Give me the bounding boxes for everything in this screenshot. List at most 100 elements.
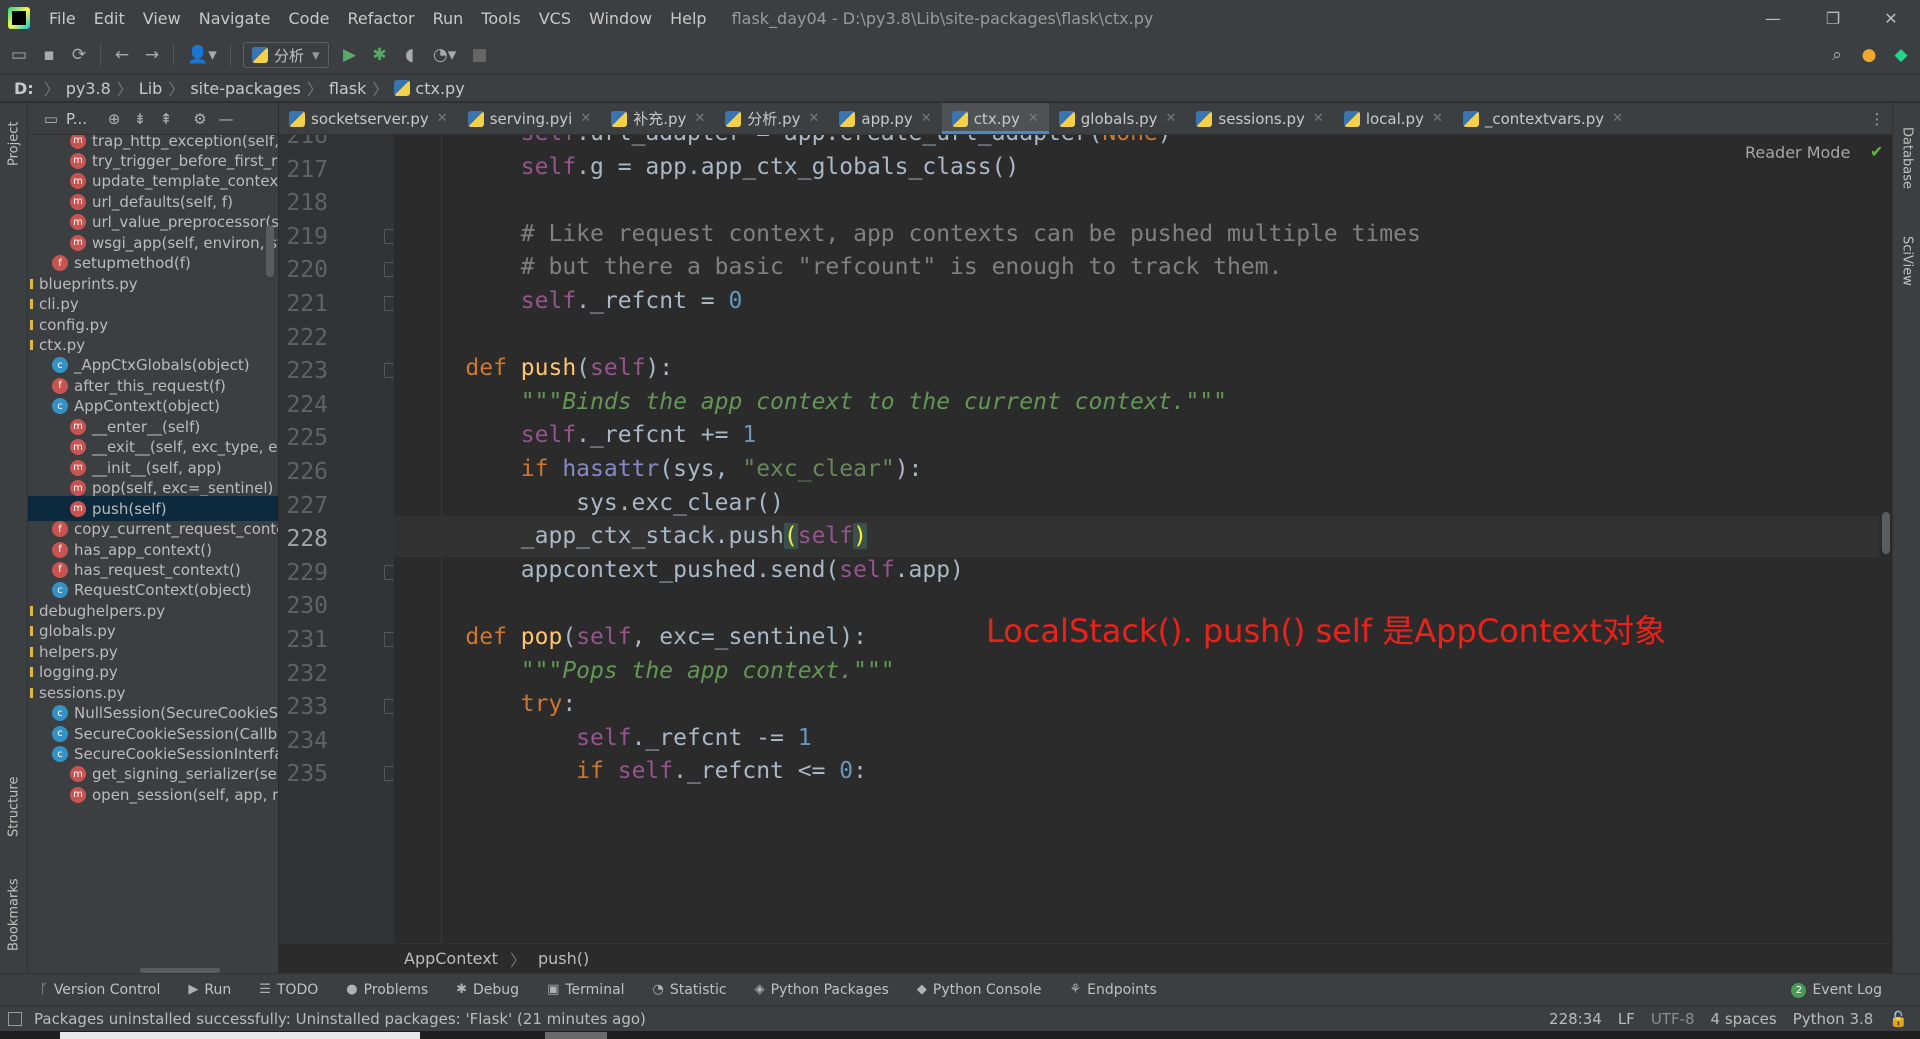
fold-marker-icon[interactable] xyxy=(384,632,394,647)
line-number[interactable]: 220 xyxy=(279,253,328,287)
taskbar-window-thumb[interactable] xyxy=(545,1032,607,1039)
line-number[interactable]: 231 xyxy=(279,623,328,657)
editor-tab[interactable]: 补充.py ✕ xyxy=(601,103,715,134)
forward-arrow-icon[interactable]: → xyxy=(137,40,167,70)
tree-item[interactable]: m open_session(self, app, req xyxy=(28,782,278,807)
sync-icon[interactable]: ⟳ xyxy=(64,40,94,70)
editor-tab[interactable]: sessions.py ✕ xyxy=(1186,103,1333,134)
line-number[interactable]: 235 xyxy=(279,757,328,791)
fold-marker-icon[interactable] xyxy=(384,363,394,379)
tool-window-button[interactable]: ✱ Debug xyxy=(456,982,519,998)
coverage-shield-icon[interactable]: ◖ xyxy=(395,40,425,70)
collapse-all-icon[interactable]: ⇞ xyxy=(153,110,179,128)
reader-mode-toggle[interactable]: Reader Mode xyxy=(1745,143,1850,162)
line-number[interactable]: 219 xyxy=(279,220,328,254)
python-interpreter[interactable]: Python 3.8 xyxy=(1793,1010,1874,1028)
close-tab-icon[interactable]: ✕ xyxy=(808,111,819,126)
close-tab-icon[interactable]: ✕ xyxy=(1432,111,1443,126)
line-number[interactable]: 224 xyxy=(279,388,328,422)
update-icon[interactable]: ● xyxy=(1854,40,1884,70)
close-tab-icon[interactable]: ✕ xyxy=(921,111,932,126)
project-panel-title[interactable]: P... xyxy=(66,110,87,128)
close-tab-icon[interactable]: ✕ xyxy=(580,111,591,126)
sciview-tool-tab[interactable]: SciView xyxy=(1893,221,1920,301)
line-number[interactable]: 217 xyxy=(279,153,328,187)
fold-marker-icon[interactable] xyxy=(384,296,394,311)
breadcrumb-lib[interactable]: Lib xyxy=(139,79,163,98)
editor-tab[interactable]: socketserver.py ✕ xyxy=(279,103,458,134)
tree-scrollbar[interactable] xyxy=(266,225,274,277)
code-editor[interactable]: self.url_adapter = app.create_url_adapte… xyxy=(394,135,1879,943)
close-tab-icon[interactable]: ✕ xyxy=(437,111,448,126)
line-number[interactable]: 223 xyxy=(279,354,328,388)
line-number[interactable]: 226 xyxy=(279,455,328,489)
search-icon[interactable]: ⌕ xyxy=(1822,40,1852,70)
tool-window-button[interactable]: ☰ TODO xyxy=(259,982,318,998)
line-separator[interactable]: LF xyxy=(1618,1010,1635,1028)
breadcrumb-ctx[interactable]: ctx.py xyxy=(415,79,464,98)
menu-edit[interactable]: Edit xyxy=(85,9,134,28)
line-number[interactable]: 234 xyxy=(279,724,328,758)
event-log-button[interactable]: 2 Event Log xyxy=(1791,974,1882,1006)
close-tab-icon[interactable]: ✕ xyxy=(1028,111,1039,126)
line-number[interactable]: 228 xyxy=(279,522,328,556)
close-tab-icon[interactable]: ✕ xyxy=(1313,111,1324,126)
editor-scrollbar-thumb[interactable] xyxy=(1882,512,1890,554)
menu-window[interactable]: Window xyxy=(580,9,661,28)
close-tab-icon[interactable]: ✕ xyxy=(1166,111,1177,126)
indent-setting[interactable]: 4 spaces xyxy=(1711,1010,1777,1028)
expand-all-icon[interactable]: ⇟ xyxy=(127,110,153,128)
fold-marker-icon[interactable] xyxy=(384,699,394,715)
editor-tab[interactable]: 分析.py ✕ xyxy=(715,103,829,134)
taskbar-window-thumb[interactable] xyxy=(60,1032,420,1039)
run-configuration-select[interactable]: 分析 ▾ xyxy=(243,42,329,68)
breadcrumb-py38[interactable]: py3.8 xyxy=(66,79,111,98)
project-tool-tab[interactable]: Project xyxy=(0,109,28,179)
editor-tab[interactable]: serving.pyi ✕ xyxy=(458,103,602,134)
tool-window-button[interactable]: ◔ Statistic xyxy=(653,982,727,998)
code-line[interactable]: if self._refcnt <= 0: xyxy=(394,751,1879,792)
locate-crosshair-icon[interactable]: ⊕ xyxy=(101,110,127,128)
menu-file[interactable]: File xyxy=(40,9,85,28)
close-tab-icon[interactable]: ✕ xyxy=(694,111,705,126)
jetbrains-toolbox-icon[interactable]: ◆ xyxy=(1886,40,1916,70)
line-number[interactable]: 222 xyxy=(279,321,328,355)
line-number[interactable]: 229 xyxy=(279,556,328,590)
tool-window-button[interactable]: ᚴ Version Control xyxy=(40,982,160,998)
line-number[interactable]: 225 xyxy=(279,421,328,455)
menu-refactor[interactable]: Refactor xyxy=(338,9,423,28)
line-number[interactable]: 230 xyxy=(279,589,328,623)
run-icon[interactable]: ▶ xyxy=(335,40,365,70)
editor-tab[interactable]: local.py ✕ xyxy=(1334,103,1453,134)
vcs-user-icon[interactable]: 👤▾ xyxy=(180,40,224,70)
breadcrumb-flask[interactable]: flask xyxy=(329,79,366,98)
save-all-icon[interactable]: ▪ xyxy=(34,40,64,70)
breadcrumb-drive[interactable]: D: xyxy=(14,79,34,98)
database-tool-tab[interactable]: Database xyxy=(1893,113,1920,203)
editor-tab[interactable]: globals.py ✕ xyxy=(1049,103,1187,134)
line-number[interactable]: 216 xyxy=(279,135,328,153)
tool-window-button[interactable]: ▣ Terminal xyxy=(547,982,624,998)
menu-vcs[interactable]: VCS xyxy=(530,9,580,28)
fold-marker-icon[interactable] xyxy=(384,262,394,278)
fold-marker-icon[interactable] xyxy=(384,228,394,244)
editor-tab[interactable]: app.py ✕ xyxy=(829,103,941,134)
editor-crumb-class[interactable]: AppContext xyxy=(404,949,498,968)
tabs-menu-icon[interactable]: ⋮ xyxy=(1862,103,1892,134)
line-number[interactable]: 227 xyxy=(279,489,328,523)
tool-window-button[interactable]: ▶ Run xyxy=(188,982,231,998)
tool-window-button[interactable]: ◈ Python Packages xyxy=(755,982,889,998)
bookmarks-tool-tab[interactable]: Bookmarks xyxy=(0,867,28,963)
breadcrumb-site-packages[interactable]: site-packages xyxy=(190,79,301,98)
status-message[interactable]: Packages uninstalled successfully: Unins… xyxy=(34,1010,646,1028)
line-number[interactable]: 221 xyxy=(279,287,328,321)
menu-tools[interactable]: Tools xyxy=(472,9,529,28)
file-encoding[interactable]: UTF-8 xyxy=(1651,1010,1695,1028)
hide-panel-icon[interactable]: — xyxy=(213,110,239,128)
toggle-tool-windows-icon[interactable] xyxy=(8,1011,22,1026)
restore-button[interactable]: ❐ xyxy=(1804,0,1862,36)
tool-window-button[interactable]: ⚘ Endpoints xyxy=(1069,982,1156,998)
open-folder-icon[interactable]: ▭ xyxy=(4,40,34,70)
menu-help[interactable]: Help xyxy=(661,9,715,28)
menu-navigate[interactable]: Navigate xyxy=(190,9,280,28)
